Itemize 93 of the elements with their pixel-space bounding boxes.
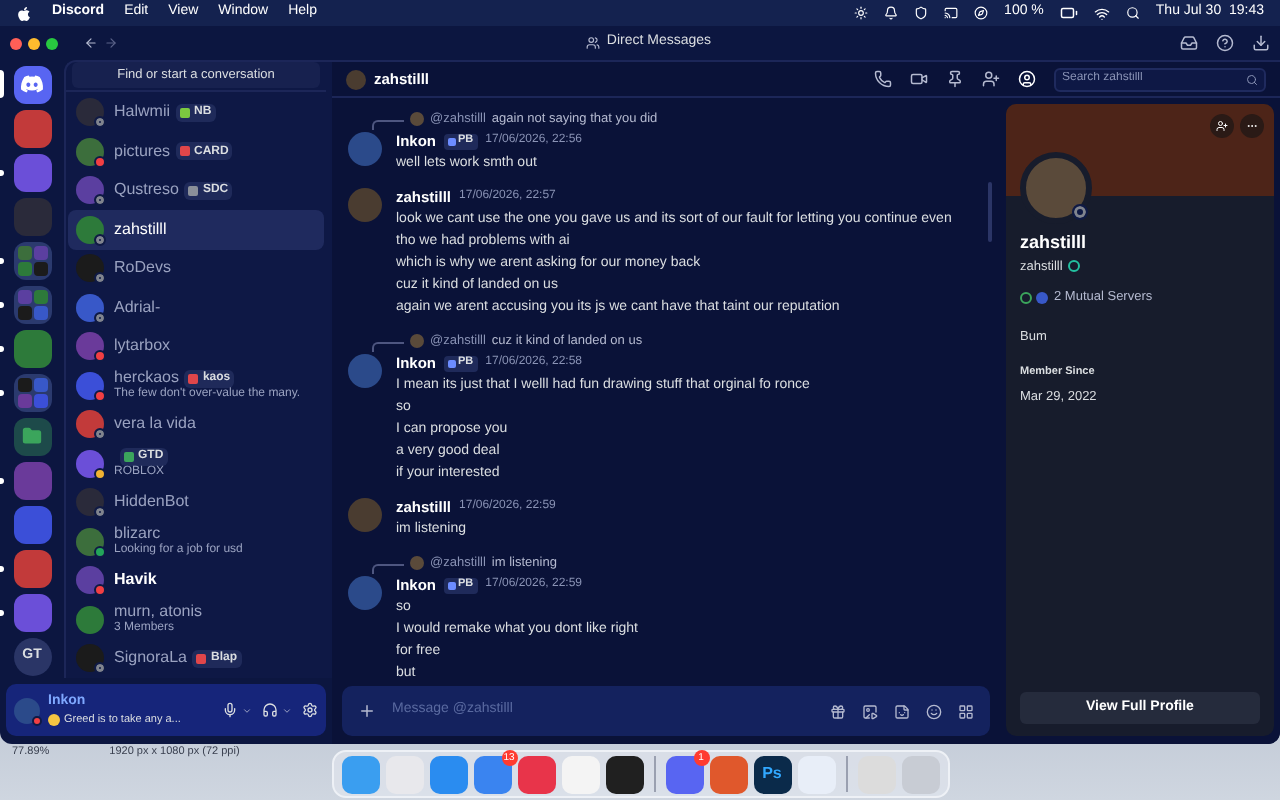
dm-name: Havik (114, 570, 157, 591)
minimize-button[interactable] (28, 37, 40, 49)
add-user-icon (1216, 120, 1228, 132)
reply-avatar (410, 556, 424, 570)
dm-item[interactable]: zahstilll (68, 210, 324, 249)
tag-icon (448, 581, 456, 589)
search-icon[interactable] (1125, 6, 1140, 20)
status-icon[interactable] (884, 6, 899, 20)
reply-connector (372, 119, 404, 129)
server-folder[interactable] (13, 285, 51, 323)
status-icon[interactable] (974, 6, 989, 20)
apple-icon[interactable] (16, 5, 32, 21)
tag-icon (448, 359, 456, 367)
home-button[interactable] (13, 65, 51, 103)
microphone-icon[interactable] (222, 702, 238, 718)
back-icon[interactable] (84, 36, 98, 50)
apps-icon[interactable] (958, 703, 974, 719)
server-icon[interactable] (13, 153, 51, 191)
dm-item[interactable]: HiddenBot (68, 483, 324, 522)
status-icon[interactable] (944, 6, 959, 20)
avatar (348, 498, 382, 532)
app-label: Ps (762, 762, 782, 786)
dock-app-icon[interactable] (605, 755, 643, 793)
status-icon[interactable] (914, 6, 929, 20)
badge-icon (1068, 260, 1081, 273)
profile-icon[interactable] (1018, 70, 1036, 88)
dm-name: Adrial- (114, 297, 161, 318)
plus-icon[interactable] (358, 702, 376, 720)
server-icon[interactable] (13, 329, 51, 367)
pin-icon[interactable] (946, 70, 964, 88)
image-icon[interactable] (862, 703, 878, 719)
dm-name: SignoraLa (114, 648, 187, 669)
dm-name: lytarbox (114, 336, 171, 357)
avatar (348, 132, 382, 166)
wifi-icon[interactable] (1093, 5, 1110, 21)
emoji-icon (48, 714, 60, 727)
dm-name: Halwmii (114, 102, 170, 123)
zoom-button[interactable] (46, 37, 58, 49)
caret-icon[interactable] (282, 705, 292, 715)
profile-display-name: zahstilll (1020, 230, 1089, 256)
dock-app-icon[interactable]: Ps (753, 755, 791, 793)
emoji-icon[interactable] (926, 703, 942, 719)
dm-name: zahstilll (114, 219, 167, 240)
search-icon (1246, 73, 1258, 85)
server-folder[interactable] (13, 241, 51, 279)
open-folder[interactable] (13, 417, 51, 455)
avatar (348, 188, 382, 222)
tag-icon (448, 137, 456, 145)
avatar (348, 576, 382, 610)
avatar (76, 605, 104, 634)
phone-icon[interactable] (874, 70, 892, 88)
reply-avatar (410, 112, 424, 126)
dm-item[interactable]: RoDevs (68, 249, 324, 288)
dm-item[interactable]: Adrial- (68, 288, 324, 327)
dm-name: blizarc (114, 524, 161, 543)
server-icon[interactable] (13, 505, 51, 543)
help-icon[interactable] (1216, 34, 1234, 52)
status-icon[interactable] (854, 6, 869, 20)
sticker-icon[interactable] (894, 703, 910, 719)
dm-item[interactable]: lytarbox (68, 327, 324, 366)
dm-name: murn, atonis (114, 602, 203, 621)
avatar (348, 354, 382, 388)
reply-avatar (410, 334, 424, 348)
dm-name: Qustreso (114, 180, 179, 201)
friends-icon (586, 36, 601, 50)
dm-item[interactable]: Havik (68, 561, 324, 600)
server-icon[interactable] (13, 593, 51, 631)
add-friend-button[interactable] (1210, 114, 1234, 138)
add-user-icon[interactable] (982, 70, 1000, 88)
gift-icon[interactable] (830, 703, 846, 719)
close-button[interactable] (10, 37, 22, 49)
inbox-icon[interactable] (1180, 34, 1198, 52)
discord-logo-icon (20, 72, 44, 96)
folder-icon (22, 426, 42, 446)
server-icon[interactable] (13, 549, 51, 587)
battery-icon[interactable] (1059, 4, 1078, 22)
caret-icon[interactable] (242, 705, 252, 715)
dm-name: HiddenBot (114, 492, 189, 513)
dm-name: herckaos (114, 368, 179, 387)
dm-item[interactable]: vera la vida (68, 405, 324, 444)
video-icon[interactable] (910, 70, 928, 88)
dm-name: pictures (114, 141, 171, 162)
avatar (346, 69, 366, 89)
server-folder[interactable] (13, 373, 51, 411)
scrollbar-thumb (988, 182, 992, 242)
settings-icon[interactable] (302, 702, 318, 718)
dm-name: RoDevs (114, 258, 171, 279)
headphones-icon[interactable] (262, 702, 278, 718)
dm-name: vera la vida (114, 414, 196, 435)
reply-connector (372, 341, 404, 351)
forward-icon[interactable] (104, 36, 118, 50)
reply-connector (372, 563, 404, 573)
download-icon[interactable] (1252, 34, 1270, 52)
